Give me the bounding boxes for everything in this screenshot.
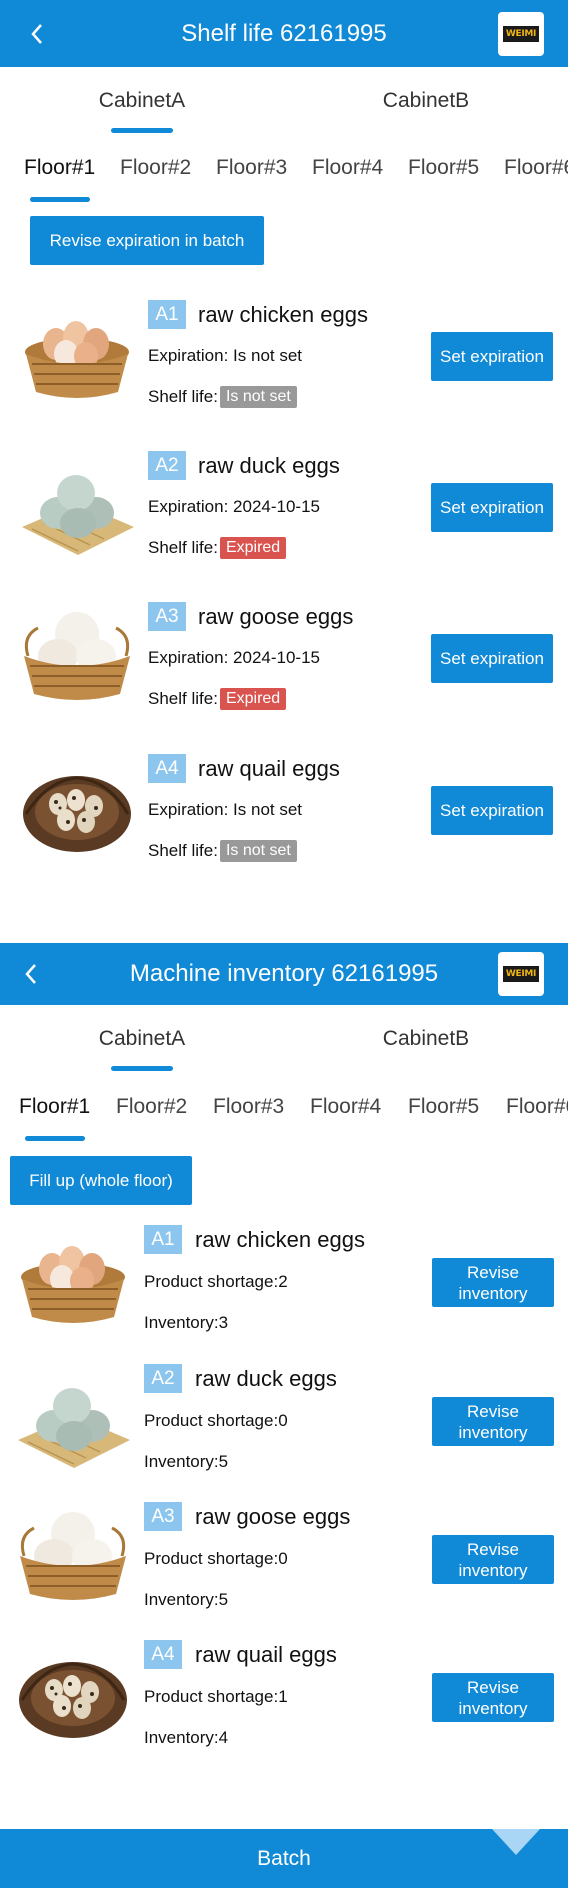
shortage-text: Product shortage:2 (144, 1272, 288, 1291)
duck-eggs-image (18, 1388, 130, 1468)
tab-floor-1[interactable]: Floor#1 (24, 134, 95, 202)
fill-up-floor-button[interactable]: Fill up (whole floor) (10, 1156, 192, 1205)
brand-logo: WEIMI (498, 11, 544, 56)
page-title: Machine inventory 62161995 (129, 960, 439, 987)
set-expiration-button[interactable]: Set expiration (431, 483, 553, 532)
product-name: raw quail eggs (195, 1642, 337, 1667)
slot-code: A4 (144, 1640, 182, 1669)
slot-code: A1 (144, 1225, 182, 1254)
slot-code: A1 (148, 300, 186, 329)
cabinet-tabs: CabinetA CabinetB (0, 1005, 568, 1071)
shelf-life-label: Shelf life: (148, 387, 218, 406)
set-expiration-button[interactable]: Set expiration (431, 332, 553, 381)
slot-code: A2 (148, 451, 186, 480)
tab-cabinet-b[interactable]: CabinetB (284, 67, 568, 133)
revise-inventory-button[interactable]: Revise inventory (432, 1535, 554, 1584)
page-title: Shelf life 62161995 (181, 19, 387, 47)
tab-floor-1[interactable]: Floor#1 (19, 1073, 90, 1141)
revise-inventory-button[interactable]: Revise inventory (432, 1258, 554, 1307)
tab-floor-2[interactable]: Floor#2 (116, 1073, 187, 1141)
tab-floor-6[interactable]: Floor#6 (504, 134, 568, 202)
tab-floor-3[interactable]: Floor#3 (216, 134, 287, 202)
tab-floor-6[interactable]: Floor#6 (506, 1073, 568, 1141)
expiration-text: Expiration: Is not set (148, 346, 303, 365)
brand-logo: WEIMI (498, 952, 544, 996)
tab-cabinet-a[interactable]: CabinetA (0, 1005, 284, 1071)
slot-code: A3 (148, 602, 186, 631)
slot-code: A4 (148, 754, 186, 783)
cabinet-tabs: CabinetA CabinetB (0, 67, 568, 133)
tab-floor-4[interactable]: Floor#4 (312, 134, 383, 202)
list-item: A2 raw duck eggs Product shortage:0 Inve… (0, 1364, 568, 1474)
product-name: raw duck eggs (198, 453, 340, 478)
chicken-eggs-image (21, 1246, 125, 1323)
shortage-text: Product shortage:0 (144, 1411, 288, 1430)
goose-eggs-image (24, 612, 130, 700)
status-badge: Is not set (219, 840, 297, 862)
floor-tabs: Floor#1 Floor#2 Floor#3 Floor#4 Floor#5 … (0, 134, 568, 202)
shelf-life-header: Shelf life 62161995 WEIMI (0, 0, 568, 67)
product-name: raw duck eggs (195, 1366, 337, 1391)
inventory-header: Machine inventory 62161995 WEIMI (0, 943, 568, 1005)
shelf-life-label: Shelf life: (148, 538, 218, 557)
batch-label: Batch (257, 1847, 311, 1870)
revise-expiration-batch-button[interactable]: Revise expiration in batch (30, 216, 264, 265)
shelf-life-label: Shelf life: (148, 689, 218, 708)
shelf-life-label: Shelf life: (148, 841, 218, 860)
inventory-text: Inventory:4 (144, 1728, 229, 1747)
list-item: A4 raw quail eggs Expiration: Is not set… (0, 754, 568, 864)
product-name: raw chicken eggs (195, 1227, 365, 1252)
tab-floor-5[interactable]: Floor#5 (408, 134, 479, 202)
tab-cabinet-a[interactable]: CabinetA (0, 67, 284, 133)
list-item: A1 raw chicken eggs Expiration: Is not s… (0, 300, 568, 410)
status-badge: Is not set (219, 386, 297, 408)
slot-code: A2 (144, 1364, 182, 1393)
tab-floor-2[interactable]: Floor#2 (120, 134, 191, 202)
set-expiration-button[interactable]: Set expiration (431, 634, 553, 683)
expiration-text: Expiration: 2024-10-15 (148, 648, 321, 667)
batch-bar[interactable]: Batch (0, 1829, 568, 1888)
product-name: raw quail eggs (198, 756, 340, 781)
revise-inventory-button[interactable]: Revise inventory (432, 1673, 554, 1722)
status-badge: Expired (219, 688, 287, 710)
collapse-triangle-icon[interactable] (492, 1829, 540, 1855)
list-item: A1 raw chicken eggs Product shortage:2 I… (0, 1225, 568, 1335)
list-item: A3 raw goose eggs Product shortage:0 Inv… (0, 1502, 568, 1612)
product-name: raw goose eggs (198, 604, 354, 629)
product-name: raw goose eggs (195, 1504, 351, 1529)
goose-eggs-image (20, 1512, 126, 1600)
slot-code: A3 (144, 1502, 182, 1531)
expiration-text: Expiration: Is not set (148, 800, 303, 819)
chicken-eggs-image (25, 321, 129, 398)
tab-floor-4[interactable]: Floor#4 (310, 1073, 381, 1141)
inventory-text: Inventory:5 (144, 1452, 229, 1471)
quail-eggs-image (23, 776, 131, 852)
shortage-text: Product shortage:0 (144, 1549, 288, 1568)
tab-cabinet-b[interactable]: CabinetB (284, 1005, 568, 1071)
status-badge: Expired (219, 537, 287, 559)
tab-floor-5[interactable]: Floor#5 (408, 1073, 479, 1141)
list-item: A2 raw duck eggs Expiration: 2024-10-15 … (0, 451, 568, 561)
expiration-text: Expiration: 2024-10-15 (148, 497, 321, 516)
inventory-text: Inventory:5 (144, 1590, 229, 1609)
product-name: raw chicken eggs (198, 302, 368, 327)
floor-tabs: Floor#1 Floor#2 Floor#3 Floor#4 Floor#5 … (0, 1073, 568, 1141)
revise-inventory-button[interactable]: Revise inventory (432, 1397, 554, 1446)
list-item: A3 raw goose eggs Expiration: 2024-10-15… (0, 602, 568, 712)
list-item: A4 raw quail eggs Product shortage:1 Inv… (0, 1640, 568, 1750)
inventory-text: Inventory:3 (144, 1313, 229, 1332)
tab-floor-3[interactable]: Floor#3 (213, 1073, 284, 1141)
duck-eggs-image (22, 475, 134, 555)
shortage-text: Product shortage:1 (144, 1687, 288, 1706)
set-expiration-button[interactable]: Set expiration (431, 786, 553, 835)
quail-eggs-image (19, 1662, 127, 1738)
